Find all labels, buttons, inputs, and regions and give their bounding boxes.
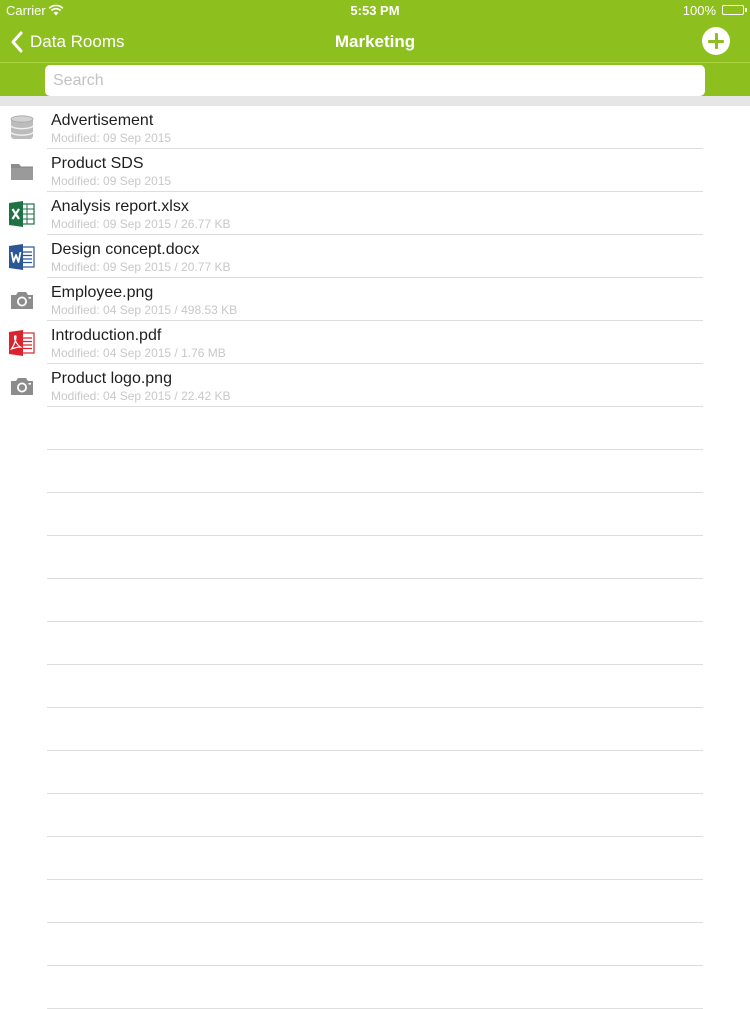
- list-item[interactable]: Advertisement Modified: 09 Sep 2015: [0, 106, 750, 149]
- empty-row: [0, 751, 750, 794]
- item-meta: Modified: 09 Sep 2015: [51, 131, 172, 145]
- item-name: Advertisement: [51, 112, 154, 129]
- list-item[interactable]: Employee.png Modified: 04 Sep 2015 / 498…: [0, 278, 750, 321]
- navigation-bar: Data Rooms Marketing: [0, 22, 750, 62]
- empty-row: [0, 794, 750, 837]
- item-meta: Modified: 04 Sep 2015 / 22.42 KB: [51, 389, 231, 403]
- item-name: Analysis report.xlsx: [51, 198, 189, 215]
- item-name: Product logo.png: [51, 370, 172, 387]
- item-meta: Modified: 04 Sep 2015 / 498.53 KB: [51, 303, 238, 317]
- list-item[interactable]: Product SDS Modified: 09 Sep 2015: [0, 149, 750, 192]
- search-input[interactable]: Search: [45, 65, 705, 96]
- list-item[interactable]: Introduction.pdf Modified: 04 Sep 2015 /…: [0, 321, 750, 364]
- folder-icon: [11, 164, 33, 180]
- empty-row: [0, 708, 750, 751]
- item-name: Introduction.pdf: [51, 327, 162, 344]
- item-meta: Modified: 04 Sep 2015 / 1.76 MB: [51, 346, 226, 360]
- item-name: Employee.png: [51, 284, 154, 301]
- item-meta: Modified: 09 Sep 2015 / 26.77 KB: [51, 217, 231, 231]
- empty-row: [0, 966, 750, 1009]
- list-item[interactable]: Product logo.png Modified: 04 Sep 2015 /…: [0, 364, 750, 407]
- clock: 5:53 PM: [350, 3, 400, 18]
- search-placeholder: Search: [53, 72, 104, 89]
- empty-row: [0, 880, 750, 923]
- empty-row: [0, 622, 750, 665]
- database-icon: [10, 115, 34, 139]
- battery-icon: [722, 5, 747, 15]
- pdf-icon: [9, 330, 35, 356]
- item-meta: Modified: 09 Sep 2015 / 20.77 KB: [51, 260, 231, 274]
- empty-row: [0, 450, 750, 493]
- item-meta: Modified: 09 Sep 2015: [51, 174, 172, 188]
- word-icon: [9, 244, 35, 270]
- item-name: Design concept.docx: [51, 241, 200, 258]
- empty-row: [0, 579, 750, 622]
- empty-row: [0, 536, 750, 579]
- list-item[interactable]: Design concept.docx Modified: 09 Sep 201…: [0, 235, 750, 278]
- status-bar: Carrier 5:53 PM 100%: [0, 0, 750, 22]
- empty-row: [0, 493, 750, 536]
- page-title: Marketing: [334, 32, 416, 51]
- camera-icon: [11, 292, 33, 309]
- item-name: Product SDS: [51, 155, 144, 172]
- divider: [0, 62, 750, 63]
- add-button[interactable]: [702, 27, 730, 55]
- empty-row: [0, 923, 750, 966]
- empty-row: [0, 837, 750, 880]
- list-item[interactable]: Analysis report.xlsx Modified: 09 Sep 20…: [0, 192, 750, 235]
- file-list: Advertisement Modified: 09 Sep 2015 Prod…: [0, 106, 750, 1009]
- excel-icon: [9, 201, 35, 227]
- section-separator: [0, 96, 750, 106]
- camera-icon: [11, 378, 33, 395]
- empty-row: [0, 665, 750, 708]
- empty-row: [0, 407, 750, 450]
- battery-percentage: 100%: [682, 3, 716, 18]
